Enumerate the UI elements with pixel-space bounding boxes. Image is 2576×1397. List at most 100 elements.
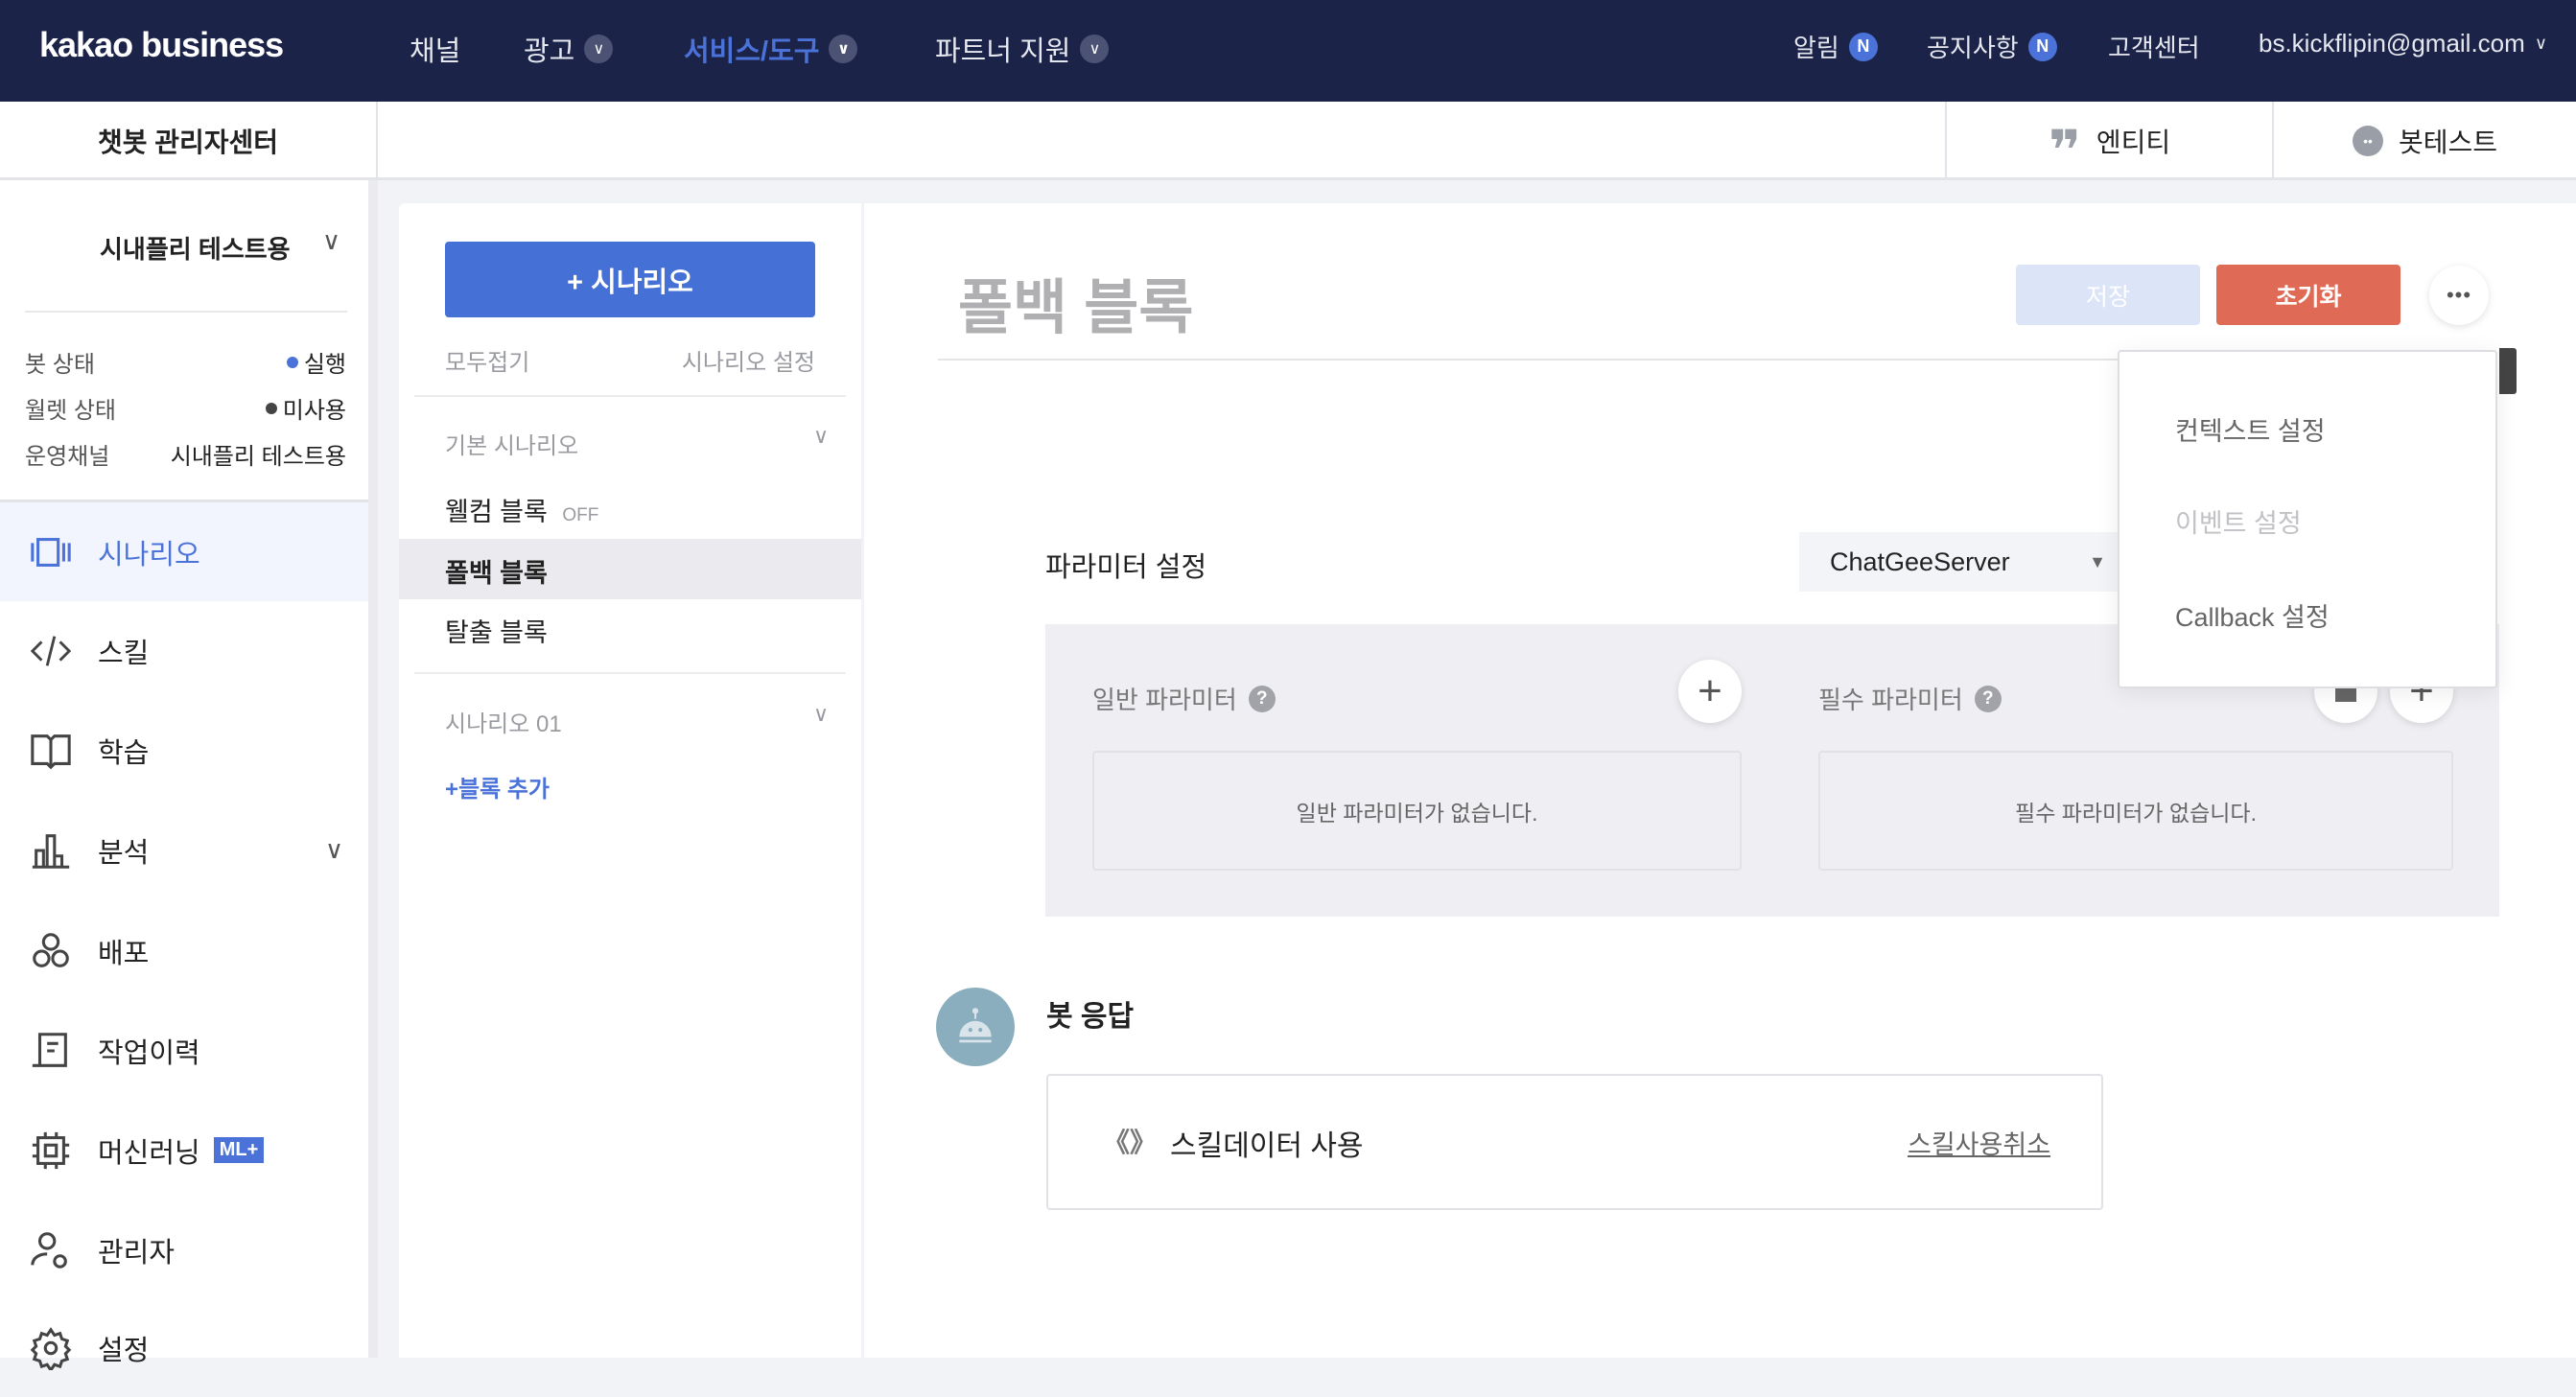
menu-label: 관리자	[98, 1237, 176, 1269]
add-general-param-button[interactable]: +	[1678, 660, 1742, 723]
help-icon[interactable]: ?	[1974, 685, 2002, 712]
history-icon	[32, 1032, 67, 1067]
sidebar-item-ml[interactable]: 머신러닝 ML+	[0, 1101, 368, 1199]
menu-item-callback-settings[interactable]: Callback 설정	[2175, 596, 2330, 634]
menu-item-context-settings[interactable]: 컨텍스트 설정	[2175, 410, 2326, 448]
sidebar-item-skill[interactable]: 스킬	[0, 601, 368, 700]
general-param-label: 일반 파라미터?	[1092, 681, 1276, 716]
nav-label: 채널	[410, 36, 461, 67]
nav-label: 서비스/도구	[684, 36, 820, 67]
tab-label: 엔티티	[2096, 128, 2171, 157]
nav-services[interactable]: 서비스/도구 ∨	[684, 29, 858, 69]
block-item[interactable]: 웰컴 블록 OFF	[445, 491, 598, 528]
reset-button[interactable]: 초기화	[2216, 265, 2400, 325]
collapse-all-link[interactable]: 모두접기	[445, 343, 529, 377]
add-scenario-button[interactable]: + 시나리오	[445, 242, 815, 317]
notices-link[interactable]: 공지사항 N	[1927, 29, 2057, 64]
scenario-settings-link[interactable]: 시나리오 설정	[682, 343, 815, 377]
menu-label: 작업이력	[98, 1037, 200, 1069]
select-value: ChatGeeServer	[1830, 547, 2010, 576]
divider	[414, 395, 846, 397]
dropdown-scroll-thumb[interactable]	[2499, 348, 2517, 394]
admin-icon	[31, 1231, 67, 1269]
divider	[25, 311, 347, 313]
off-tag: OFF	[562, 505, 599, 525]
sidebar-item-history[interactable]: 작업이력	[0, 1001, 368, 1100]
nav-label: 파트너 지원	[935, 36, 1071, 67]
account-menu[interactable]: bs.kickflipin@gmail.com ∨	[2259, 29, 2547, 58]
divider	[414, 672, 846, 674]
account-email: bs.kickflipin@gmail.com	[2259, 29, 2525, 58]
nav-ads[interactable]: 광고 ∨	[524, 29, 614, 69]
label-text: 필수 파라미터	[1818, 686, 1963, 714]
support-link[interactable]: 고객센터	[2108, 29, 2200, 64]
chevron-down-icon[interactable]: ∨	[813, 424, 829, 449]
tab-label: 봇테스트	[2398, 128, 2498, 157]
wallet-status-value: 미사용	[265, 391, 346, 425]
status-dot	[265, 402, 277, 414]
scenario-icon	[31, 537, 71, 567]
cancel-skill-link[interactable]: 스킬사용취소	[1908, 1124, 2050, 1161]
caret-down-icon: ▼	[2089, 551, 2106, 571]
book-icon	[31, 733, 71, 769]
skill-brackets-icon: 《》	[1103, 1128, 1158, 1157]
add-block-link[interactable]: +블록 추가	[445, 770, 550, 803]
nav-label: 광고	[524, 36, 575, 67]
sidebar-item-analytics[interactable]: 분석 ∨	[0, 801, 368, 899]
plus-icon: +	[1698, 667, 1722, 714]
chip-icon	[32, 1131, 70, 1169]
menu-label: 스킬	[98, 638, 150, 669]
required-param-label: 필수 파라미터?	[1818, 681, 2002, 716]
new-badge: N	[2027, 32, 2057, 61]
gear-icon	[30, 1326, 72, 1370]
kakao-business-logo[interactable]: kakao business	[39, 25, 284, 65]
quote-icon: ❞	[2048, 120, 2081, 182]
chevron-down-icon: ∨	[829, 35, 858, 63]
chevron-down-icon: ∨	[2534, 34, 2547, 53]
more-icon: •••	[2446, 283, 2472, 307]
scenario-group-title[interactable]: 기본 시나리오	[445, 427, 578, 460]
chevron-down-icon[interactable]: ∨	[813, 702, 829, 727]
menu-label: 머신러닝	[98, 1137, 200, 1169]
notices-label: 공지사항	[1927, 34, 2019, 62]
menu-item-event-settings[interactable]: 이벤트 설정	[2175, 502, 2302, 540]
tab-entity[interactable]: ❞ 엔티티	[1945, 102, 2272, 180]
server-select[interactable]: ChatGeeServer ▼	[1799, 532, 2119, 592]
menu-label: 시나리오	[98, 539, 200, 570]
robot-icon	[959, 1008, 992, 1043]
status-text: 실행	[303, 352, 346, 378]
tab-bot-test[interactable]: •• 봇테스트	[2272, 102, 2576, 180]
sidebar-item-scenario[interactable]: 시나리오	[0, 502, 368, 601]
skill-data-label: 스킬데이터 사용	[1170, 1130, 1364, 1162]
general-param-empty: 일반 파라미터가 없습니다.	[1092, 751, 1742, 871]
nav-channel[interactable]: 채널	[410, 29, 460, 69]
sidebar-item-deploy[interactable]: 배포	[0, 901, 368, 1000]
help-icon[interactable]: ?	[1248, 685, 1276, 712]
bar-chart-icon	[32, 833, 70, 869]
new-badge: N	[1848, 32, 1878, 61]
bot-avatar	[936, 988, 1015, 1066]
chevron-down-icon[interactable]: ∨	[322, 226, 340, 256]
scenario-group-title[interactable]: 시나리오 01	[445, 705, 562, 738]
block-item[interactable]: 탈출 블록	[445, 612, 548, 649]
menu-label: 분석	[98, 837, 150, 869]
deploy-icon	[33, 932, 69, 967]
save-button[interactable]: 저장	[2016, 265, 2200, 325]
channel-value: 시내플리 테스트용	[170, 444, 346, 470]
alerts-link[interactable]: 알림 N	[1793, 29, 1878, 64]
block-label[interactable]: 폴백 블록	[445, 552, 548, 590]
nav-partner[interactable]: 파트너 지원 ∨	[935, 29, 1110, 69]
alerts-label: 알림	[1793, 34, 1839, 62]
required-param-empty: 필수 파라미터가 없습니다.	[1818, 751, 2453, 871]
sidebar-item-learning[interactable]: 학습	[0, 701, 368, 800]
sidebar-item-settings[interactable]: 설정	[0, 1298, 368, 1397]
code-icon	[30, 635, 72, 666]
chevron-down-icon: ∨	[324, 835, 343, 864]
sidebar-scrollbar[interactable]	[368, 180, 378, 1358]
more-options-button[interactable]: •••	[2429, 266, 2489, 325]
block-title[interactable]: 폴백 블록	[958, 259, 1193, 345]
menu-label: 배포	[98, 938, 150, 969]
chevron-down-icon: ∨	[1080, 35, 1110, 63]
bot-selector-label[interactable]: 시내플리 테스트용	[100, 230, 291, 266]
sidebar-item-admin[interactable]: 관리자	[0, 1200, 368, 1299]
